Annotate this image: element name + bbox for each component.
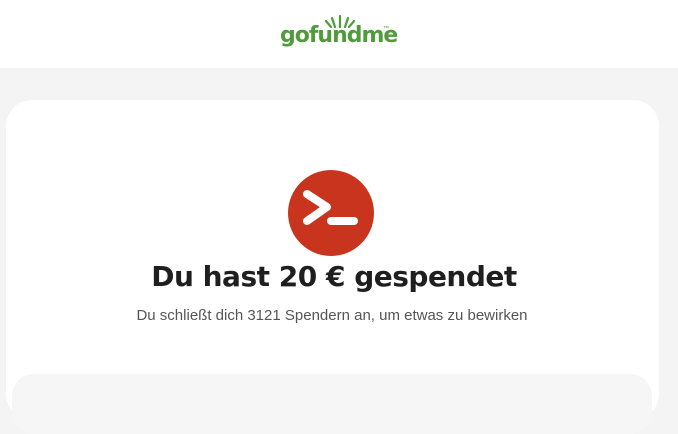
- gofundme-logo[interactable]: gofundme ™: [280, 14, 398, 50]
- terminal-prompt-icon: [303, 190, 358, 225]
- top-bar: gofundme ™: [0, 0, 678, 68]
- lower-panel: [12, 374, 652, 434]
- donation-headline: Du hast 20 € gespendet: [151, 260, 517, 293]
- campaign-avatar: [288, 170, 374, 256]
- logo-wordmark: gofundme: [280, 23, 398, 48]
- logo-trademark: ™: [383, 26, 389, 32]
- donation-subline: Du schließt dich 3121 Spendern an, um et…: [136, 307, 528, 324]
